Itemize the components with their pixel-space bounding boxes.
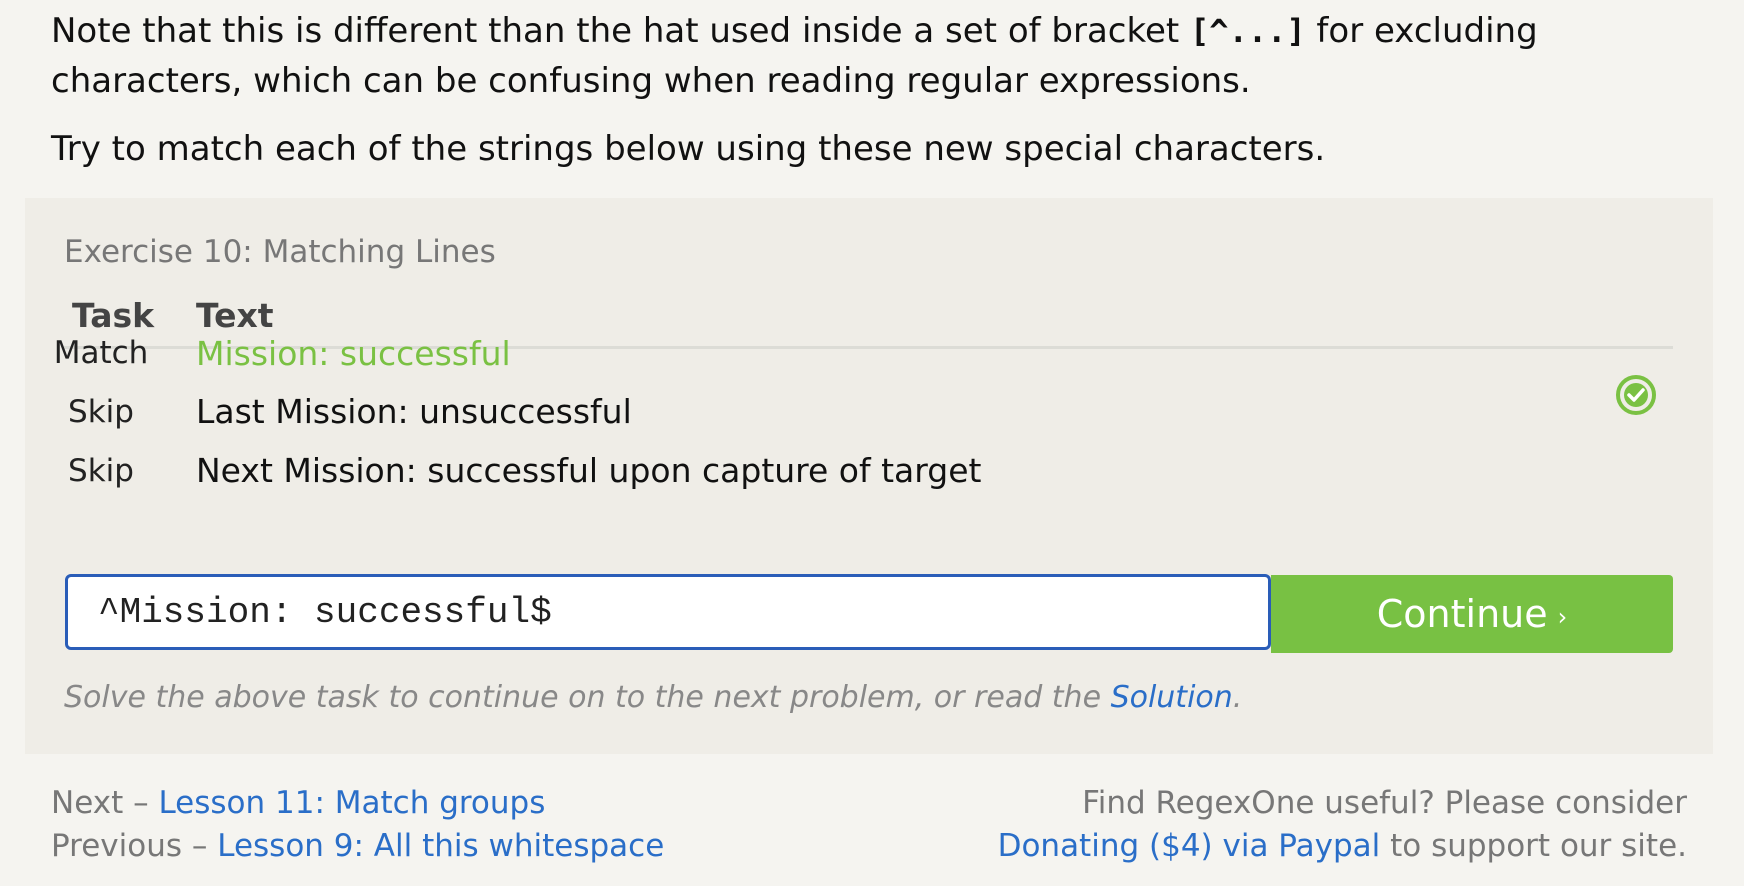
exercise-panel: Exercise 10: Matching Lines Task Text Ma… [25,198,1713,754]
exercise-title: Exercise 10: Matching Lines [64,234,496,270]
support-notice: Find RegexOne useful? Please consider Do… [998,782,1687,868]
inline-code: [^...] [1190,12,1306,50]
previous-lesson-line: Previous – Lesson 9: All this whitespace [51,828,665,864]
row-text: Last Mission: unsuccessful [196,392,632,431]
solution-link[interactable]: Solution [1111,680,1233,715]
support-line: Find RegexOne useful? Please consider [1082,785,1687,821]
row-task-label: Skip [68,453,134,489]
intro-paragraph-2: Try to match each of the strings below u… [51,129,1326,169]
next-lesson-link[interactable]: Lesson 11: Match groups [158,785,545,821]
row-task-label: Match [53,335,149,371]
donate-line: Donating ($4) via Paypal to support our … [997,828,1687,864]
donate-link[interactable]: Donating ($4) via Paypal [998,828,1381,864]
regex-input[interactable] [65,574,1271,650]
row-text: Mission: successful [196,334,511,373]
next-lesson-line: Next – Lesson 11: Match groups [51,785,546,821]
row-text: Next Mission: successful upon capture of… [196,451,982,490]
intro-paragraph-1: Note that this is different than the hat… [51,11,1538,101]
continue-button[interactable]: Continue › [1271,575,1673,653]
chevron-right-icon: › [1557,603,1568,631]
previous-lesson-link[interactable]: Lesson 9: All this whitespace [217,828,664,864]
lesson-intro: Note that this is different than the hat… [51,6,1691,174]
column-header-text: Text [196,296,274,335]
column-header-task: Task [72,296,155,335]
check-circle-icon [1616,375,1656,415]
row-task-label: Skip [68,394,134,430]
hint-text: Solve the above task to continue on to t… [64,680,1243,715]
continue-label: Continue [1376,592,1548,636]
lesson-navigation: Next – Lesson 11: Match groups Previous … [51,782,664,868]
